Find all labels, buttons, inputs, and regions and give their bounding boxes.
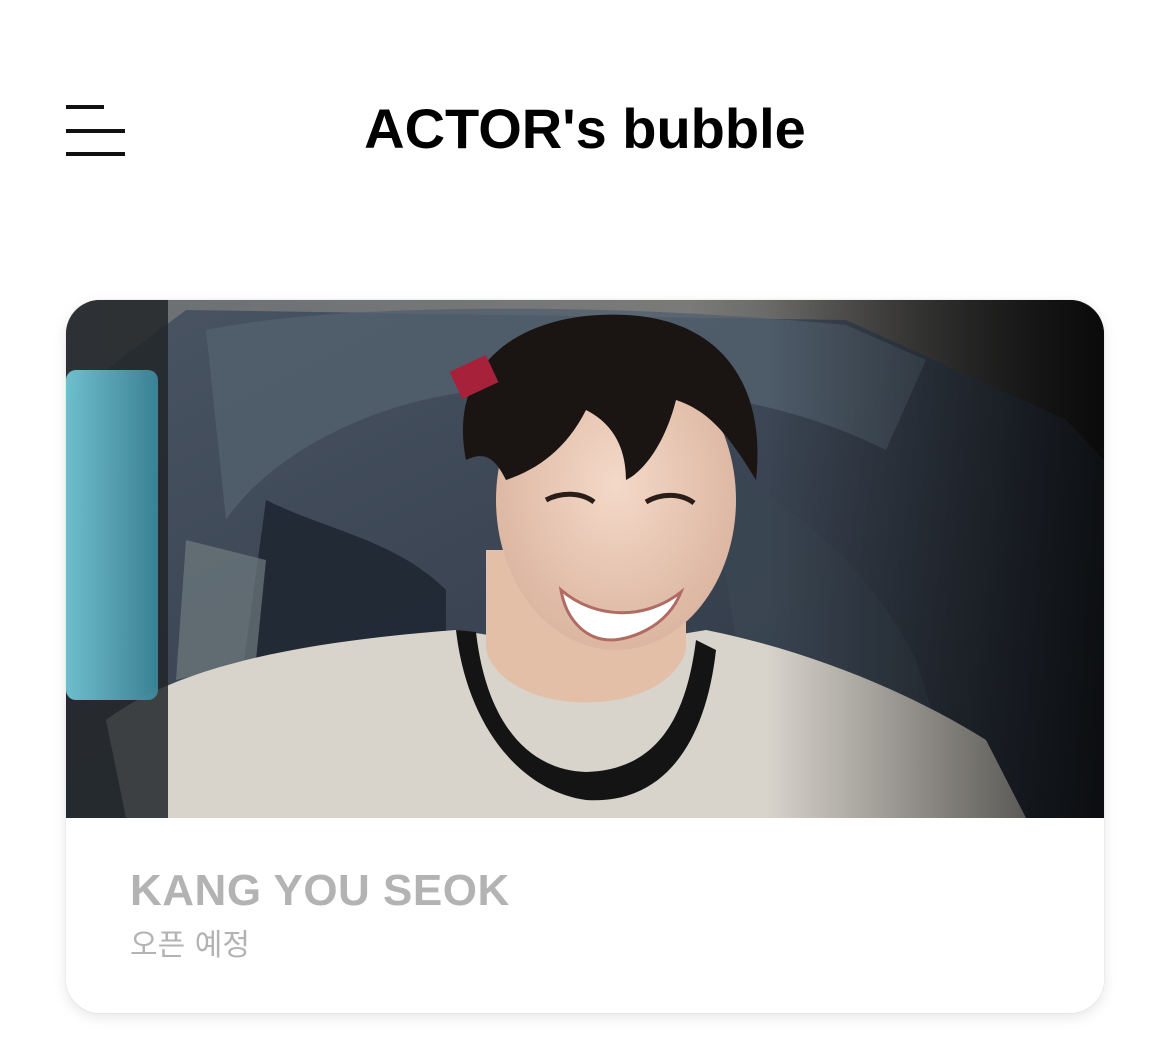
page: ACTOR's bubble KANG YOU SEOK 오픈 예정: [0, 0, 1170, 1046]
artist-status-label: 오픈 예정: [130, 928, 250, 963]
artist-name: KANG YOU SEOK: [130, 866, 510, 915]
artist-card[interactable]: KANG YOU SEOK 오픈 예정: [66, 300, 1104, 1013]
artist-photo: [66, 300, 1104, 818]
artist-info: KANG YOU SEOK 오픈 예정: [66, 818, 1104, 1013]
header: ACTOR's bubble: [0, 0, 1170, 260]
page-title: ACTOR's bubble: [364, 97, 806, 160]
